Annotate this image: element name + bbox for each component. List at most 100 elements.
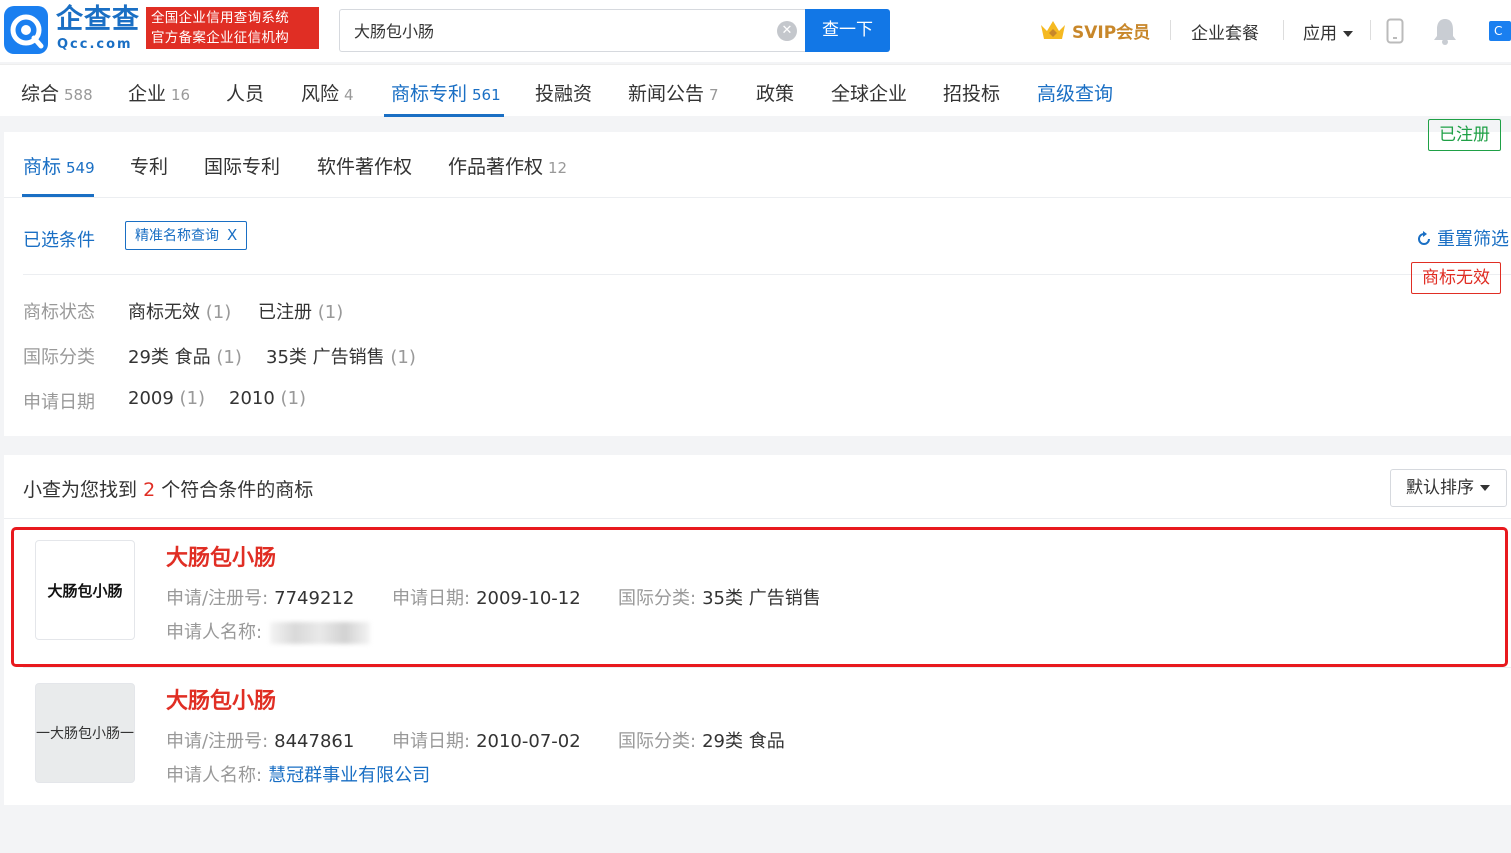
filter-tag-exact-name[interactable]: 精准名称查询 X [125, 221, 248, 250]
qcc-logo-icon[interactable] [4, 6, 48, 54]
slogan-banner: 全国企业信用查询系统 官方备案企业征信机构 [146, 7, 319, 49]
svip-link[interactable]: SVIP会员 [1040, 17, 1150, 43]
meta-key: 申请日期: [392, 731, 471, 752]
subtab-count: 12 [548, 159, 568, 177]
filter-option[interactable]: 2010 (1) [229, 388, 306, 409]
tab-people[interactable]: 人员 [226, 79, 264, 106]
tab-overview[interactable]: 综合 588 [21, 79, 93, 106]
trademark-image[interactable]: 一大肠包小肠一 [35, 683, 135, 783]
subtab-label: 软件著作权 [317, 156, 413, 178]
tab-label: 高级查询 [1037, 83, 1114, 105]
tab-financing[interactable]: 投融资 [535, 79, 592, 106]
apps-menu[interactable]: 应用 [1303, 19, 1353, 44]
filter-option-text: 商标无效 [128, 302, 200, 323]
logo-text[interactable]: 企查查 [56, 4, 140, 36]
tab-label: 政策 [756, 83, 795, 105]
tab-policy[interactable]: 政策 [756, 79, 794, 106]
subtab-label: 作品著作权 [448, 156, 544, 178]
notification-bell-icon[interactable] [1433, 17, 1457, 45]
filter-option-text: 2009 [128, 388, 174, 409]
tab-count: 588 [64, 86, 93, 104]
trademark-name-link[interactable]: 大肠包小肠 [166, 540, 276, 572]
slogan-line-1: 全国企业信用查询系统 [151, 10, 289, 26]
top-header: 企查查 Qcc.com 全国企业信用查询系统 官方备案企业征信机构 ✕ 查一下 … [0, 0, 1511, 62]
divider [23, 274, 1511, 275]
status-badge-registered: 已注册 [1428, 119, 1501, 151]
meta-value: 35类 广告销售 [702, 588, 821, 609]
filter-option-count: (1) [390, 347, 416, 368]
search-box: ✕ [339, 9, 805, 52]
chevron-down-icon [1480, 485, 1490, 491]
applicant: 申请人名称: 慧冠群事业有限公司 [166, 761, 430, 787]
subtab-international-patent[interactable]: 国际专利 [204, 152, 280, 179]
meta-key: 申请/注册号: [166, 588, 269, 609]
subtab-trademark[interactable]: 商标 549 [23, 152, 95, 179]
search-input[interactable] [354, 20, 754, 39]
mobile-phone-icon[interactable] [1386, 18, 1404, 44]
trademark-image[interactable]: 大肠包小肠 [35, 540, 135, 640]
registration-number: 申请/注册号: 8447861 [166, 727, 354, 753]
crown-icon [1041, 21, 1065, 39]
meta-key: 国际分类: [618, 588, 697, 609]
tab-global-enterprise[interactable]: 全球企业 [831, 79, 907, 106]
results-prefix: 小查为您找到 [23, 479, 138, 501]
trademark-result-item[interactable]: 大肠包小肠 大肠包小肠 申请/注册号: 7749212 申请日期: 2009-10-… [4, 520, 1511, 660]
tab-label: 招投标 [943, 83, 1001, 105]
sort-dropdown[interactable]: 默认排序 [1390, 469, 1507, 507]
reset-filter-label: 重置筛选 [1437, 229, 1509, 250]
meta-key: 申请/注册号: [166, 731, 269, 752]
filter-option[interactable]: 已注册 (1) [258, 298, 343, 324]
trademark-result-item[interactable]: 一大肠包小肠一 大肠包小肠 申请/注册号: 8447861 申请日期: 2010-0… [4, 663, 1511, 803]
subtab-patent[interactable]: 专利 [130, 152, 168, 179]
meta-key: 国际分类: [618, 731, 697, 752]
tab-count: 561 [472, 86, 501, 104]
selected-conditions-label: 已选条件 [23, 230, 95, 251]
enterprise-package-link[interactable]: 企业套餐 [1191, 19, 1259, 44]
filter-option-text: 29类 食品 [128, 347, 211, 368]
filter-option[interactable]: 35类 广告销售 (1) [266, 343, 416, 369]
search-button[interactable]: 查一下 [805, 9, 890, 52]
international-class: 国际分类: 29类 食品 [618, 727, 785, 753]
header-divider [1370, 20, 1371, 40]
tab-count: 4 [344, 86, 354, 104]
chevron-down-icon [1343, 31, 1353, 37]
meta-value: 29类 食品 [702, 731, 785, 752]
tab-label: 商标专利 [391, 83, 468, 105]
subtab-work-copyright[interactable]: 作品著作权 12 [448, 152, 567, 179]
tab-label: 投融资 [535, 83, 593, 105]
filter-option[interactable]: 商标无效 (1) [128, 298, 231, 324]
trademark-name-link[interactable]: 大肠包小肠 [166, 683, 276, 715]
meta-key: 申请日期: [392, 588, 471, 609]
reset-filter-link[interactable]: 重置筛选 [1416, 225, 1509, 251]
remove-filter-icon[interactable]: X [227, 226, 237, 244]
subtab-label: 专利 [130, 156, 169, 178]
blurred-applicant-name [270, 622, 371, 644]
applicant-company-link[interactable]: 慧冠群事业有限公司 [268, 765, 430, 786]
tab-label: 风险 [301, 83, 340, 105]
tab-enterprise[interactable]: 企业 16 [128, 79, 190, 106]
status-badge-invalid: 商标无效 [1411, 262, 1501, 294]
subtab-software-copyright[interactable]: 软件著作权 [317, 152, 412, 179]
tab-bidding[interactable]: 招投标 [943, 79, 1000, 106]
user-avatar-icon[interactable]: C [1489, 21, 1511, 41]
refresh-icon [1418, 231, 1430, 245]
tab-advanced-search[interactable]: 高级查询 [1037, 79, 1113, 106]
subtab-label: 国际专利 [204, 156, 281, 178]
filter-panel: 商标 549 专利 国际专利 软件著作权 作品著作权 12 已选条件 精准名称查询 X… [4, 132, 1511, 436]
trademark-image-text: 一大肠包小肠一 [36, 726, 134, 742]
applicant: 申请人名称: [166, 618, 371, 644]
filter-option[interactable]: 2009 (1) [128, 388, 205, 409]
divider [4, 518, 1511, 519]
category-tabbar: 综合 588 企业 16 人员 风险 4 商标专利 561 投融资 新闻公告 7 政策 全… [0, 64, 1511, 117]
tab-risk[interactable]: 风险 4 [301, 79, 354, 106]
filter-option-count: (1) [280, 388, 307, 409]
filter-option[interactable]: 29类 食品 (1) [128, 343, 242, 369]
active-tab-underline [384, 114, 504, 117]
filter-option-count: (1) [317, 302, 344, 323]
filter-option-text: 35类 广告销售 [266, 347, 385, 368]
clear-search-icon[interactable]: ✕ [777, 21, 797, 41]
tab-trademark-patent[interactable]: 商标专利 561 [391, 79, 501, 106]
tab-news[interactable]: 新闻公告 7 [628, 79, 719, 106]
tab-label: 新闻公告 [628, 83, 705, 105]
sort-label: 默认排序 [1406, 478, 1474, 498]
